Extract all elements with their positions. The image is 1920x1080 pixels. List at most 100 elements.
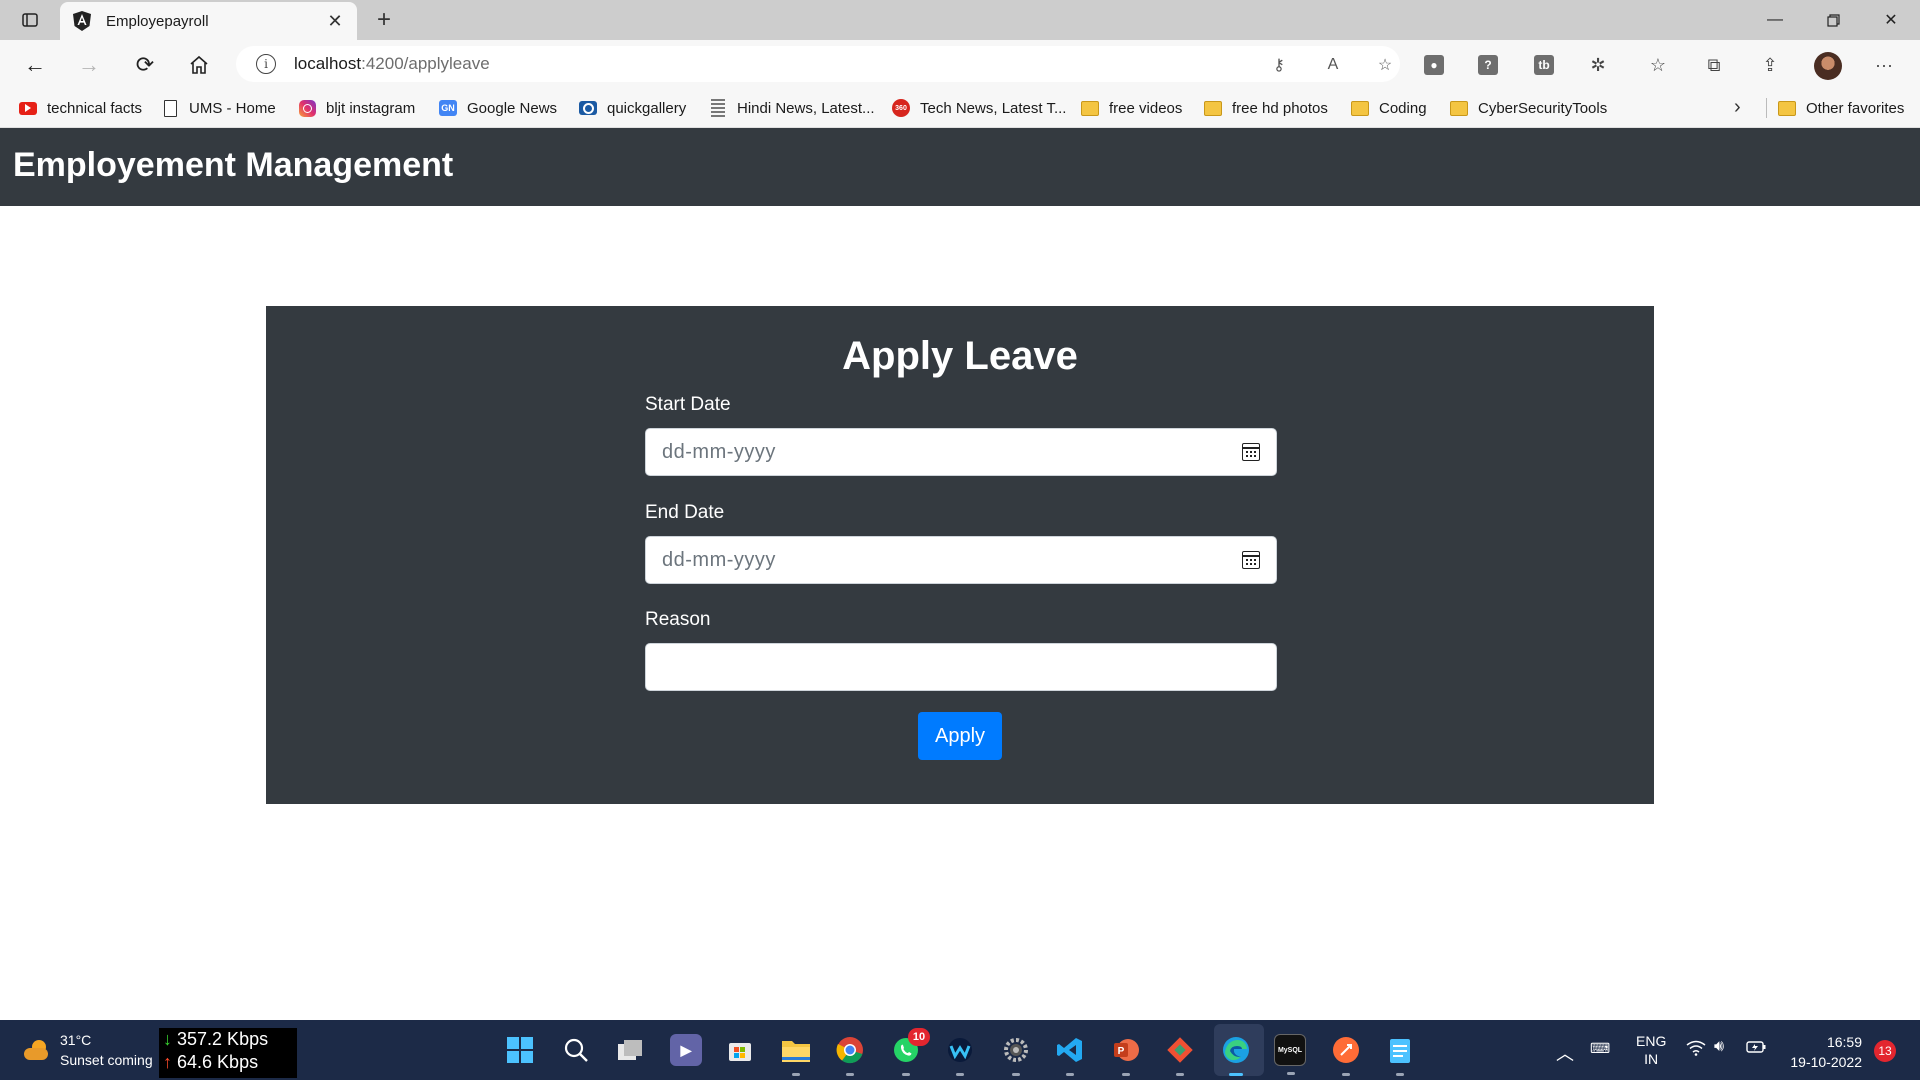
- bookmarks-overflow-chevron-icon[interactable]: ›: [1734, 96, 1741, 119]
- wifi-icon[interactable]: [1686, 1040, 1706, 1059]
- weather-sunset-icon: [24, 1040, 50, 1060]
- start-date-input[interactable]: dd-mm-yyyy: [645, 428, 1277, 476]
- add-favorite-icon[interactable]: ☆: [1374, 54, 1396, 76]
- tab-title: Employepayroll: [106, 12, 209, 30]
- weather-widget[interactable]: 31°C Sunset coming: [24, 1030, 153, 1070]
- end-date-label: End Date: [645, 502, 725, 523]
- powerpoint-icon[interactable]: P: [1110, 1034, 1142, 1076]
- bookmark-quickgallery[interactable]: quickgallery: [579, 97, 686, 119]
- battery-icon[interactable]: [1746, 1040, 1766, 1057]
- edge-browser-icon[interactable]: [1220, 1034, 1252, 1076]
- app-title[interactable]: Employement Management: [13, 146, 453, 185]
- end-date-placeholder: dd-mm-yyyy: [662, 548, 776, 571]
- tab-actions-icon[interactable]: [16, 8, 44, 32]
- teams-chat-icon[interactable]: ▶: [670, 1034, 702, 1066]
- extension-help-icon[interactable]: ?: [1476, 53, 1500, 77]
- extension-tb-icon[interactable]: tb: [1532, 53, 1556, 77]
- bookmark-free-videos[interactable]: free videos: [1081, 97, 1182, 119]
- bookmark-other-favorites[interactable]: Other favorites: [1778, 97, 1904, 119]
- task-view-icon[interactable]: [614, 1034, 646, 1066]
- webex-icon[interactable]: [944, 1034, 976, 1076]
- notepad-icon[interactable]: [1384, 1034, 1416, 1076]
- bookmarks-bar: technical facts UMS - Home bljt instagra…: [0, 88, 1920, 128]
- browser-toolbar: ← → ⟳ i localhost:4200/applyleave ⚷ A ☆ …: [0, 40, 1920, 88]
- new-tab-icon[interactable]: +: [370, 6, 398, 34]
- home-icon[interactable]: [184, 50, 214, 80]
- apply-button[interactable]: Apply: [918, 712, 1002, 760]
- youtube-icon: [19, 99, 37, 117]
- mysql-terminal-icon[interactable]: MySQL: [1274, 1034, 1306, 1075]
- search-icon[interactable]: [560, 1034, 592, 1066]
- bookmark-tech-news[interactable]: 360 Tech News, Latest T...: [892, 97, 1066, 119]
- start-menu-icon[interactable]: [504, 1034, 536, 1066]
- file-explorer-icon[interactable]: [780, 1034, 812, 1076]
- calendar-icon[interactable]: [1242, 443, 1260, 461]
- extension-1-icon[interactable]: ●: [1422, 53, 1446, 77]
- vscode-icon[interactable]: [1054, 1034, 1086, 1076]
- collections-icon[interactable]: ⧉: [1702, 53, 1726, 77]
- network-speed-meter: ↓ 357.2 Kbps ↑ 64.6 Kbps: [159, 1028, 297, 1078]
- start-date-label: Start Date: [645, 394, 731, 415]
- browser-tab-strip: Employepayroll ✕ + — ✕: [0, 0, 1920, 40]
- bookmarks-divider: [1766, 98, 1767, 118]
- profile-avatar[interactable]: [1814, 52, 1842, 80]
- show-hidden-icons-chevron-icon[interactable]: ︿: [1556, 1040, 1574, 1066]
- address-bar[interactable]: i localhost:4200/applyleave ⚷ A ☆: [236, 46, 1400, 82]
- language-indicator[interactable]: ENG IN: [1636, 1032, 1666, 1068]
- ndtv-icon: 360: [892, 99, 910, 117]
- weather-temperature: 31°C: [60, 1032, 92, 1048]
- back-icon[interactable]: ←: [20, 50, 50, 80]
- keyboard-icon[interactable]: ⌨: [1590, 1040, 1610, 1057]
- git-icon[interactable]: [1164, 1034, 1196, 1076]
- microsoft-store-icon[interactable]: [724, 1034, 756, 1066]
- folder-icon: [1351, 99, 1369, 117]
- news-icon: [709, 99, 727, 117]
- clock-date: 19-10-2022: [1790, 1054, 1862, 1070]
- chrome-icon[interactable]: [834, 1034, 866, 1076]
- svg-text:P: P: [1118, 1046, 1125, 1057]
- favorites-icon[interactable]: ☆: [1646, 53, 1670, 77]
- share-icon[interactable]: ⇪: [1758, 53, 1782, 77]
- folder-icon: [1778, 99, 1796, 117]
- forward-icon[interactable]: →: [74, 50, 104, 80]
- upload-arrow-icon: ↑: [163, 1052, 172, 1072]
- tab-employepayroll[interactable]: Employepayroll ✕: [60, 2, 357, 40]
- download-speed: 357.2 Kbps: [177, 1029, 269, 1049]
- bookmark-cybersecuritytools[interactable]: CyberSecurityTools: [1450, 97, 1607, 119]
- extensions-puzzle-icon[interactable]: ✲: [1586, 53, 1610, 77]
- minimize-icon[interactable]: —: [1752, 6, 1798, 34]
- bookmark-bljt-instagram[interactable]: bljt instagram: [298, 97, 415, 119]
- password-key-icon[interactable]: ⚷: [1268, 54, 1290, 76]
- restore-icon[interactable]: [1810, 6, 1856, 34]
- upload-speed: 64.6 Kbps: [177, 1052, 259, 1072]
- folder-icon: [1081, 99, 1099, 117]
- calendar-icon[interactable]: [1242, 551, 1260, 569]
- whatsapp-icon[interactable]: 10: [890, 1028, 930, 1076]
- reason-label: Reason: [645, 609, 711, 630]
- close-window-icon[interactable]: ✕: [1868, 6, 1914, 34]
- page-icon: [161, 99, 179, 117]
- bookmark-free-hd-photos[interactable]: free hd photos: [1204, 97, 1328, 119]
- whatsapp-badge: 10: [908, 1028, 930, 1046]
- site-info-icon[interactable]: i: [256, 54, 276, 74]
- bookmark-ums-home[interactable]: UMS - Home: [161, 97, 276, 119]
- postman-icon[interactable]: [1330, 1034, 1362, 1076]
- url-text: localhost:4200/applyleave: [294, 54, 490, 73]
- read-aloud-icon[interactable]: A: [1322, 54, 1344, 76]
- bookmark-hindi-news[interactable]: Hindi News, Latest...: [709, 97, 875, 119]
- clock[interactable]: 16:59 19-10-2022: [1786, 1032, 1862, 1072]
- bookmark-google-news[interactable]: GN Google News: [439, 97, 557, 119]
- notification-count-badge[interactable]: 13: [1874, 1040, 1896, 1062]
- volume-icon[interactable]: 🔊︎: [1714, 1038, 1724, 1056]
- end-date-input[interactable]: dd-mm-yyyy: [645, 536, 1277, 584]
- app-navbar: Employement Management: [0, 128, 1920, 206]
- close-tab-icon[interactable]: ✕: [325, 11, 345, 32]
- more-menu-icon[interactable]: ···: [1872, 53, 1896, 77]
- bookmark-technical-facts[interactable]: technical facts: [19, 97, 142, 119]
- camera-icon: [579, 99, 597, 117]
- clock-time: 16:59: [1826, 1034, 1862, 1050]
- settings-gear-icon[interactable]: [1000, 1034, 1032, 1076]
- refresh-icon[interactable]: ⟳: [130, 50, 160, 80]
- reason-input[interactable]: [645, 643, 1277, 691]
- bookmark-coding[interactable]: Coding: [1351, 97, 1427, 119]
